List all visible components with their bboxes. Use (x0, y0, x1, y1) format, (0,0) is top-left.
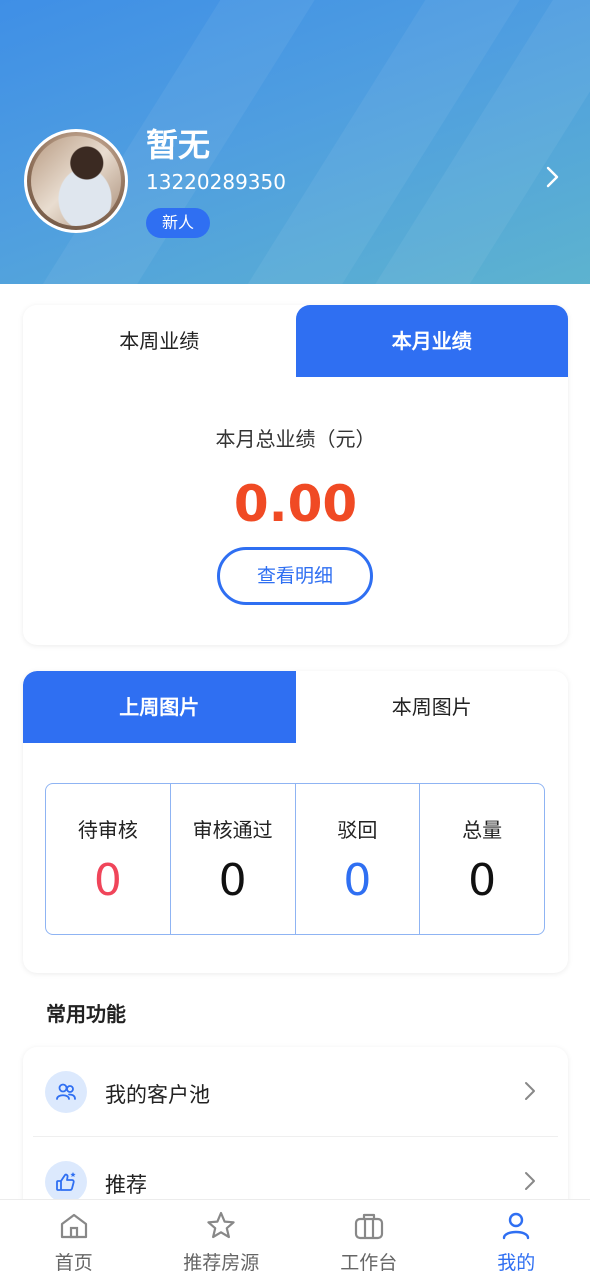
list-item-label: 推荐 (105, 1173, 147, 1197)
user-phone: 13220289350 (146, 170, 286, 194)
performance-value: 0.00 (233, 475, 358, 533)
level-badge: 新人 (146, 208, 210, 238)
stat-label: 审核通过 (192, 818, 273, 842)
bottom-navigation: 首页 推荐房源 工作台 我的 (0, 1199, 590, 1276)
section-title: 常用功能 (46, 1002, 126, 1026)
stat-label: 驳回 (337, 818, 378, 842)
performance-tabs: 本周业绩 本月业绩 (23, 305, 568, 377)
pictures-tabs: 上周图片 本周图片 (23, 671, 568, 743)
tab-this-week-pictures[interactable]: 本周图片 (295, 671, 568, 743)
stat-pending[interactable]: 待审核 0 (46, 784, 171, 934)
stat-total[interactable]: 总量 0 (420, 784, 544, 934)
nav-label: 首页 (54, 1252, 93, 1274)
nav-item-mine[interactable]: 我的 (443, 1200, 590, 1276)
stat-label: 待审核 (77, 818, 138, 842)
performance-subtitle: 本月总业绩（元） (215, 427, 376, 451)
nav-label: 工作台 (340, 1252, 398, 1274)
tab-monthly-performance[interactable]: 本月业绩 (295, 305, 568, 377)
user-name: 暂无 (146, 126, 211, 164)
chevron-right-icon (525, 1082, 535, 1100)
avatar[interactable] (24, 129, 128, 233)
stat-label: 总量 (462, 818, 503, 842)
stat-value: 0 (218, 855, 247, 906)
stat-value: 0 (93, 855, 122, 906)
users-icon (45, 1071, 87, 1113)
star-icon (207, 1211, 235, 1239)
profile-header[interactable]: 暂无 13220289350 新人 (0, 0, 590, 284)
briefcase-icon (354, 1213, 383, 1240)
tab-weekly-performance[interactable]: 本周业绩 (23, 305, 296, 377)
nav-item-recommended-listings[interactable]: 推荐房源 (148, 1200, 296, 1276)
list-item-label: 我的客户池 (105, 1083, 210, 1107)
view-detail-button[interactable]: 查看明细 (217, 547, 373, 605)
stat-approved[interactable]: 审核通过 0 (171, 784, 296, 934)
nav-item-home[interactable]: 首页 (0, 1200, 148, 1276)
user-icon (503, 1212, 530, 1240)
list-item-customer-pool[interactable]: 我的客户池 (23, 1047, 568, 1137)
thumbs-up-icon (45, 1161, 87, 1203)
performance-card: 本周业绩 本月业绩 本月总业绩（元） 0.00 查看明细 (23, 305, 568, 645)
home-icon (60, 1213, 87, 1239)
picture-stats: 待审核 0 审核通过 0 驳回 0 总量 0 (45, 783, 545, 935)
nav-label: 我的 (497, 1252, 536, 1274)
nav-label: 推荐房源 (183, 1252, 260, 1274)
profile-page: 暂无 13220289350 新人 本周业绩 本月业绩 本月总业绩（元） 0.0… (0, 0, 590, 1276)
stat-value: 0 (468, 855, 497, 906)
nav-item-workbench[interactable]: 工作台 (295, 1200, 443, 1276)
chevron-right-icon (525, 1172, 535, 1190)
stat-value: 0 (343, 855, 372, 906)
tab-last-week-pictures[interactable]: 上周图片 (23, 671, 296, 743)
stat-rejected[interactable]: 驳回 0 (296, 784, 421, 934)
pictures-card: 上周图片 本周图片 待审核 0 审核通过 0 驳回 0 总量 0 (23, 671, 568, 973)
chevron-right-icon[interactable] (540, 164, 566, 190)
